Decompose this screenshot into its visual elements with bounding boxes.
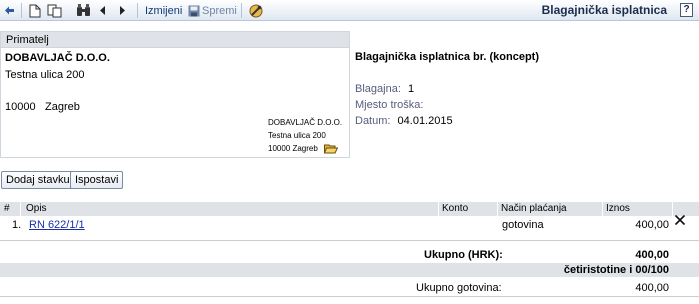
recipient-header: Primatelj	[1, 32, 349, 48]
previous-arrow-icon[interactable]	[99, 3, 106, 18]
column-separator	[438, 202, 439, 216]
delete-row-icon[interactable]	[674, 214, 686, 229]
column-header-description: Opis	[26, 203, 47, 214]
save-disk-icon	[188, 3, 200, 18]
row-amount: 400,00	[635, 219, 669, 231]
recipient-city: Zagreb	[45, 101, 80, 113]
toolbar-separator	[137, 3, 138, 18]
total-value: 400,00	[635, 249, 669, 261]
tools-wrench-icon[interactable]	[249, 3, 263, 18]
toolbar: Izmijeni Spremi Blagajnička isplatnica ?	[0, 0, 699, 21]
divider	[0, 240, 699, 241]
row-number: 1.	[12, 219, 22, 231]
total-label: Ukupno (HRK):	[424, 249, 503, 261]
row-description-link[interactable]: RN 622/1/1	[29, 219, 85, 231]
items-table-header: # Opis Konto Način plaćanja Iznos	[0, 202, 699, 216]
cash-total-label: Ukupno gotovina:	[416, 282, 502, 294]
recipient-panel: Primatelj DOBAVLJAČ D.O.O. Testna ulica …	[0, 31, 350, 158]
column-header-amount: Iznos	[606, 203, 630, 214]
register-label: Blagajna:	[355, 83, 401, 95]
address-box-line: DOBAVLJAČ D.O.O.	[268, 118, 343, 127]
next-arrow-icon[interactable]	[119, 3, 126, 18]
date-value: 04.01.2015	[397, 115, 453, 127]
column-header-account: Konto	[442, 203, 469, 214]
amount-in-words: četiristotine i 00/100	[563, 264, 669, 276]
search-binoculars-icon[interactable]	[76, 3, 91, 18]
cost-center-label: Mjesto troška:	[355, 99, 424, 111]
back-arrow-icon[interactable]	[4, 3, 15, 18]
add-item-button[interactable]: Dodaj stavku	[1, 171, 75, 189]
column-header-payment: Način plaćanja	[501, 203, 567, 214]
column-separator	[20, 202, 21, 216]
divider	[0, 296, 699, 297]
column-separator	[672, 202, 673, 216]
new-document-icon[interactable]	[29, 3, 41, 18]
register-row: Blagajna: 1	[355, 83, 414, 95]
recipient-street: Testna ulica 200	[5, 69, 85, 81]
date-row: Datum: 04.01.2015	[355, 115, 453, 127]
total-row: Ukupno (HRK): 400,00	[0, 248, 699, 262]
address-box-line: Testna ulica 200	[268, 131, 326, 140]
cash-total-value: 400,00	[635, 282, 669, 294]
copy-document-icon[interactable]	[47, 3, 62, 18]
cost-center-row: Mjesto troška:	[355, 99, 423, 111]
issue-button[interactable]: Ispostavi	[70, 171, 124, 189]
date-label: Datum:	[355, 115, 391, 127]
recipient-name: DOBAVLJAČ D.O.O.	[5, 52, 110, 64]
toolbar-separator	[241, 3, 242, 18]
edit-button[interactable]: Izmijeni	[145, 3, 182, 18]
toolbar-separator	[21, 3, 22, 18]
recipient-zip: 10000	[5, 101, 36, 113]
column-header-number: #	[4, 203, 10, 214]
column-separator	[497, 202, 498, 216]
table-row: 1. RN 622/1/1 gotovina 400,00	[0, 218, 699, 232]
column-separator	[602, 202, 603, 216]
document-title: Blagajnička isplatnica br. (koncept)	[355, 51, 539, 63]
row-payment: gotovina	[502, 219, 544, 231]
page-title: Blagajnička isplatnica	[541, 3, 667, 17]
open-folder-icon[interactable]	[323, 143, 339, 157]
save-button[interactable]: Spremi	[202, 3, 237, 18]
amount-in-words-row: četiristotine i 00/100	[0, 263, 699, 277]
cash-total-row: Ukupno gotovina: 400,00	[0, 281, 699, 295]
help-button[interactable]: ?	[680, 3, 693, 17]
register-value: 1	[407, 83, 415, 95]
